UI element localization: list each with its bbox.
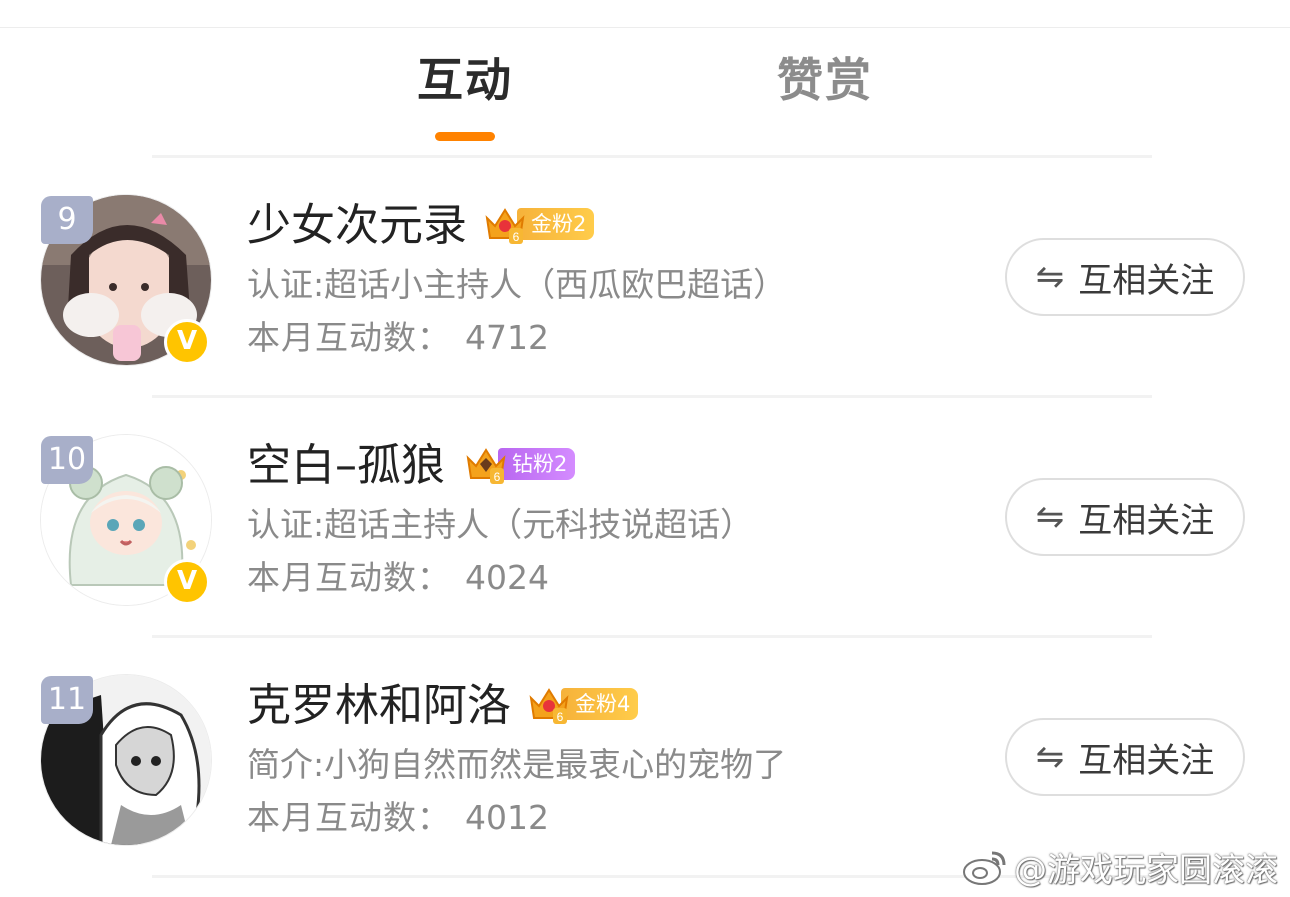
user-description: 简介:小狗自然而然是最衷心的宠物了: [247, 745, 787, 784]
monthly-interaction-count: 本月互动数： 4712: [247, 313, 549, 363]
fan-badge: 6 金粉4: [527, 684, 639, 724]
tab-interaction[interactable]: 互动: [365, 48, 565, 112]
list-item[interactable]: 10 V 空白–孤狼 6 钻粉2 认证:超话主持人（元科技说超话） 本月互动数：…: [0, 398, 1290, 638]
count-label: 本月互动数：: [247, 558, 451, 597]
tab-bar: 互动 赞赏: [0, 48, 1290, 148]
avatar[interactable]: 10 V: [40, 434, 212, 606]
monthly-interaction-count: 本月互动数： 4024: [247, 553, 549, 603]
user-name[interactable]: 少女次元录: [247, 196, 467, 256]
crown-icon: 6: [529, 688, 569, 724]
avatar[interactable]: 9 V: [40, 194, 212, 366]
fan-level-label: 金粉4: [561, 688, 639, 720]
user-name[interactable]: 空白–孤狼: [247, 436, 445, 496]
active-tab-indicator: [435, 132, 495, 141]
mutual-follow-button[interactable]: ⇋ 互相关注: [1005, 718, 1245, 796]
fan-level-label: 金粉2: [517, 208, 595, 240]
fan-level: 6: [557, 710, 564, 724]
watermark-text: @游戏玩家圆滚滚: [1014, 850, 1278, 889]
mutual-follow-button[interactable]: ⇋ 互相关注: [1005, 478, 1245, 556]
follow-label: 互相关注: [1078, 740, 1215, 781]
rank-badge: 11: [41, 676, 93, 724]
count-value: 4012: [465, 798, 549, 837]
interaction-ranking-page: 互动 赞赏 9 V 少女次元录 6 金粉2 认证:超话小主持人（西瓜欧巴超话） …: [0, 0, 1290, 897]
watermark: @游戏玩家圆滚滚: [962, 845, 1278, 889]
user-name[interactable]: 克罗林和阿洛: [247, 676, 511, 736]
weibo-logo-icon: [963, 851, 1006, 885]
swap-arrows-icon: ⇋: [1035, 257, 1065, 297]
fan-badge: 6 金粉2: [483, 204, 595, 244]
user-description: 认证:超话小主持人（西瓜欧巴超话）: [247, 265, 787, 304]
follow-label: 互相关注: [1078, 260, 1215, 301]
count-value: 4024: [465, 558, 549, 597]
list-item[interactable]: 9 V 少女次元录 6 金粉2 认证:超话小主持人（西瓜欧巴超话） 本月互动数：…: [0, 158, 1290, 398]
count-label: 本月互动数：: [247, 318, 451, 357]
rank-badge: 9: [41, 196, 93, 244]
crown-icon: 6: [466, 448, 506, 484]
rank-badge: 10: [41, 436, 93, 484]
swap-arrows-icon: ⇋: [1035, 497, 1065, 537]
count-value: 4712: [465, 318, 549, 357]
list-item[interactable]: 11 克罗林和阿洛 6 金粉4 简介:小狗自然而然是最衷心的宠物了 本月互动数：…: [0, 638, 1290, 878]
fan-badge: 6 钻粉2: [464, 444, 576, 484]
avatar[interactable]: 11: [40, 674, 212, 846]
verified-icon: V: [164, 319, 210, 365]
fan-level: 6: [513, 230, 520, 244]
mutual-follow-button[interactable]: ⇋ 互相关注: [1005, 238, 1245, 316]
monthly-interaction-count: 本月互动数： 4012: [247, 793, 549, 843]
fan-level: 6: [494, 470, 501, 484]
fan-level-label: 钻粉2: [498, 448, 576, 480]
tab-reward[interactable]: 赞赏: [725, 48, 925, 112]
crown-icon: 6: [485, 208, 525, 244]
swap-arrows-icon: ⇋: [1035, 737, 1065, 777]
verified-icon: V: [164, 559, 210, 605]
user-description: 认证:超话主持人（元科技说超话）: [247, 505, 754, 544]
follow-label: 互相关注: [1078, 500, 1215, 541]
count-label: 本月互动数：: [247, 798, 451, 837]
top-divider: [0, 27, 1290, 28]
